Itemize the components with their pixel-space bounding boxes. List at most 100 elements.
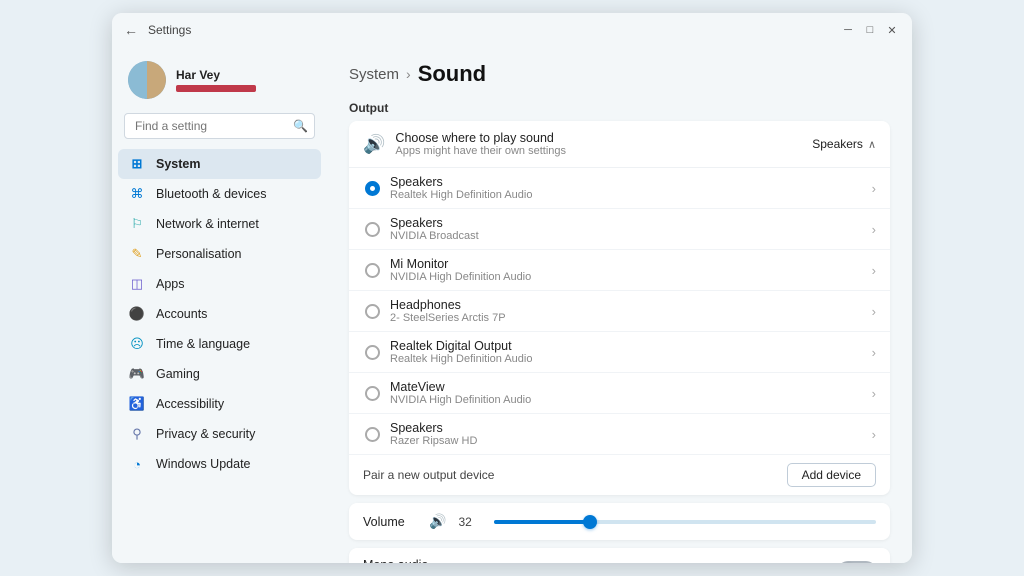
breadcrumb: System › Sound	[349, 61, 890, 87]
volume-slider-wrap	[494, 514, 876, 530]
device-row-1[interactable]: Speakers NVIDIA Broadcast ›	[349, 209, 890, 250]
radio-button-3[interactable]	[365, 304, 380, 319]
device-info-0: Speakers Realtek High Definition Audio	[390, 175, 532, 201]
sidebar-item-network[interactable]: ⚐ Network & internet	[112, 209, 327, 239]
maximize-button[interactable]: □	[862, 22, 878, 38]
volume-icon: 🔊	[429, 513, 446, 530]
search-input[interactable]	[124, 113, 315, 139]
bluetooth-icon: ⌘	[128, 185, 146, 203]
breadcrumb-system: System	[349, 66, 399, 83]
titlebar-left: ← Settings	[122, 21, 191, 39]
sidebar-item-system[interactable]: ⊞ System	[118, 149, 321, 179]
user-status-bar	[176, 85, 256, 92]
device-left-0: Speakers Realtek High Definition Audio	[365, 175, 532, 201]
output-card-header-left: 🔊 Choose where to play sound Apps might …	[363, 131, 566, 157]
search-box: 🔍	[124, 113, 315, 139]
sidebar-item-update[interactable]: ◔ Windows Update	[112, 449, 327, 479]
volume-track	[494, 520, 876, 524]
device-sub-5: NVIDIA High Definition Audio	[390, 394, 531, 406]
sidebar-item-label-privacy: Privacy & security	[156, 427, 255, 441]
sidebar-item-label-gaming: Gaming	[156, 367, 200, 381]
privacy-icon: ⚲	[128, 425, 146, 443]
sidebar-item-personalisation[interactable]: ✎ Personalisation	[112, 239, 327, 269]
user-info: Har Vey	[176, 68, 256, 92]
mono-left: Mono audio Combine left and right audio …	[363, 558, 590, 563]
device-row-0[interactable]: Speakers Realtek High Definition Audio ›	[349, 168, 890, 209]
output-selected-device[interactable]: Speakers ∧	[812, 137, 876, 151]
sidebar-item-bluetooth[interactable]: ⌘ Bluetooth & devices	[112, 179, 327, 209]
device-chevron-6: ›	[872, 427, 876, 442]
main-content: System › Sound Output 🔊 Choose where to …	[327, 45, 912, 563]
minimize-button[interactable]: ─	[840, 22, 856, 38]
window-controls: ─ □ ✕	[840, 22, 900, 38]
sidebar: Har Vey 🔍 ⊞ System ⌘ Bluetooth & devices…	[112, 45, 327, 563]
add-device-button[interactable]: Add device	[787, 463, 876, 487]
mono-right: Off	[814, 561, 876, 563]
device-info-6: Speakers Razer Ripsaw HD	[390, 421, 477, 447]
radio-button-5[interactable]	[365, 386, 380, 401]
device-row-4[interactable]: Realtek Digital Output Realtek High Defi…	[349, 332, 890, 373]
sidebar-item-apps[interactable]: ◫ Apps	[112, 269, 327, 299]
device-row-2[interactable]: Mi Monitor NVIDIA High Definition Audio …	[349, 250, 890, 291]
search-icon: 🔍	[293, 119, 308, 133]
device-name-2: Mi Monitor	[390, 257, 531, 271]
radio-button-0[interactable]	[365, 181, 380, 196]
device-left-4: Realtek Digital Output Realtek High Defi…	[365, 339, 532, 365]
device-chevron-4: ›	[872, 345, 876, 360]
settings-window: ← Settings ─ □ ✕ Har Vey 🔍	[112, 13, 912, 563]
device-chevron-1: ›	[872, 222, 876, 237]
radio-button-2[interactable]	[365, 263, 380, 278]
system-icon: ⊞	[128, 155, 146, 173]
device-info-3: Headphones 2- SteelSeries Arctis 7P	[390, 298, 506, 324]
device-row-5[interactable]: MateView NVIDIA High Definition Audio ›	[349, 373, 890, 414]
mono-audio-toggle[interactable]	[838, 561, 876, 563]
sidebar-item-label-network: Network & internet	[156, 217, 259, 231]
mono-audio-card: Mono audio Combine left and right audio …	[349, 548, 890, 563]
radio-button-4[interactable]	[365, 345, 380, 360]
device-sub-6: Razer Ripsaw HD	[390, 435, 477, 447]
sidebar-item-label-bluetooth: Bluetooth & devices	[156, 187, 267, 201]
volume-card: Volume 🔊 32	[349, 503, 890, 540]
mono-title: Mono audio	[363, 558, 590, 563]
sidebar-item-time[interactable]: ☹ Time & language	[112, 329, 327, 359]
device-sub-2: NVIDIA High Definition Audio	[390, 271, 531, 283]
sidebar-item-label-time: Time & language	[156, 337, 250, 351]
device-left-6: Speakers Razer Ripsaw HD	[365, 421, 477, 447]
accessibility-icon: ♿	[128, 395, 146, 413]
main-layout: Har Vey 🔍 ⊞ System ⌘ Bluetooth & devices…	[112, 45, 912, 563]
sidebar-item-gaming[interactable]: 🎮 Gaming	[112, 359, 327, 389]
sidebar-item-privacy[interactable]: ⚲ Privacy & security	[112, 419, 327, 449]
avatar-image	[128, 61, 166, 99]
device-name-3: Headphones	[390, 298, 506, 312]
back-button[interactable]: ←	[122, 21, 140, 39]
speaker-icon: 🔊	[363, 134, 385, 155]
output-card-header[interactable]: 🔊 Choose where to play sound Apps might …	[349, 121, 890, 168]
avatar	[128, 61, 166, 99]
sidebar-item-accessibility[interactable]: ♿ Accessibility	[112, 389, 327, 419]
device-row-6[interactable]: Speakers Razer Ripsaw HD ›	[349, 414, 890, 455]
output-card-title: Choose where to play sound	[395, 131, 566, 145]
sidebar-item-accounts[interactable]: ⚫ Accounts	[112, 299, 327, 329]
device-sub-3: 2- SteelSeries Arctis 7P	[390, 312, 506, 324]
device-info-5: MateView NVIDIA High Definition Audio	[390, 380, 531, 406]
pair-label: Pair a new output device	[363, 468, 494, 482]
close-button[interactable]: ✕	[884, 22, 900, 38]
device-row-3[interactable]: Headphones 2- SteelSeries Arctis 7P ›	[349, 291, 890, 332]
device-left-1: Speakers NVIDIA Broadcast	[365, 216, 479, 242]
device-name-5: MateView	[390, 380, 531, 394]
device-info-2: Mi Monitor NVIDIA High Definition Audio	[390, 257, 531, 283]
breadcrumb-separator: ›	[406, 66, 411, 82]
volume-thumb[interactable]	[583, 515, 597, 529]
device-chevron-0: ›	[872, 181, 876, 196]
radio-button-6[interactable]	[365, 427, 380, 442]
breadcrumb-current: Sound	[418, 61, 486, 87]
device-chevron-5: ›	[872, 386, 876, 401]
personalisation-icon: ✎	[128, 245, 146, 263]
device-info-4: Realtek Digital Output Realtek High Defi…	[390, 339, 532, 365]
device-sub-4: Realtek High Definition Audio	[390, 353, 532, 365]
pair-row: Pair a new output device Add device	[349, 455, 890, 495]
device-info-1: Speakers NVIDIA Broadcast	[390, 216, 479, 242]
radio-button-1[interactable]	[365, 222, 380, 237]
device-chevron-2: ›	[872, 263, 876, 278]
sidebar-item-label-system: System	[156, 157, 200, 171]
